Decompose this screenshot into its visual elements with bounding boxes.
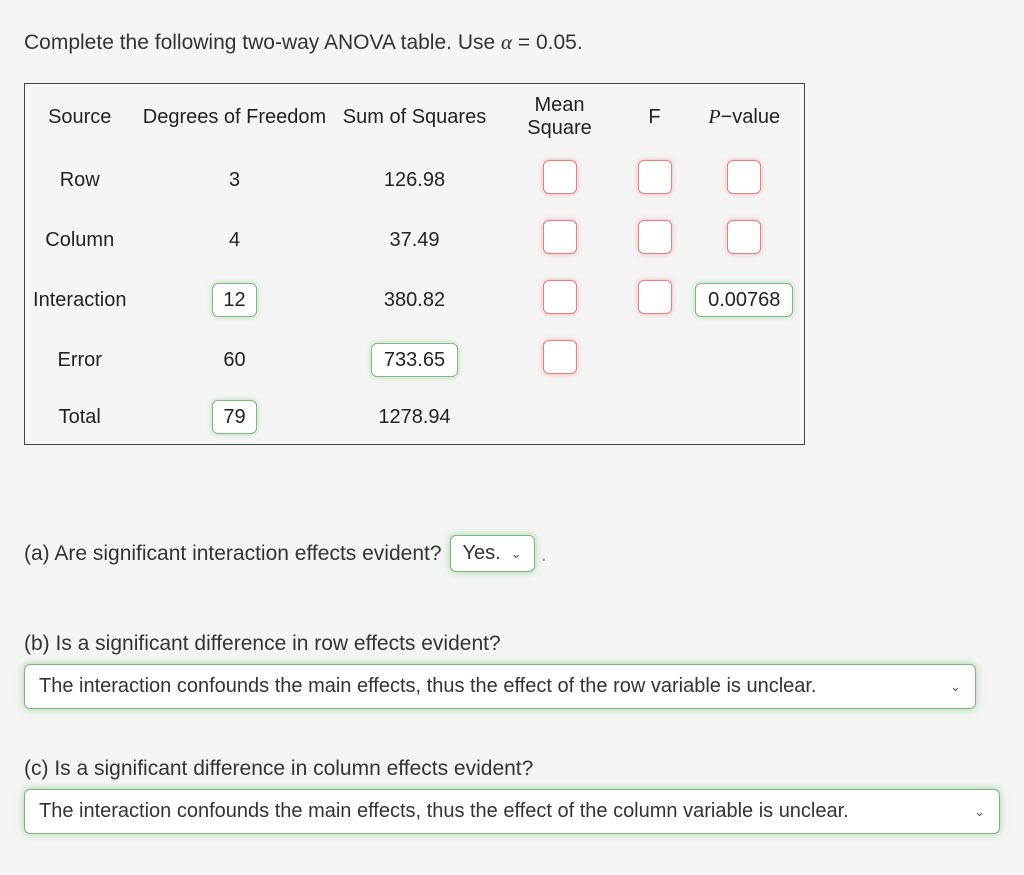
total-df-input[interactable]: 79	[212, 400, 256, 434]
column-f-input[interactable]	[638, 220, 672, 254]
question-b: (b) Is a significant difference in row e…	[24, 632, 1000, 709]
question-a: (a) Are significant interaction effects …	[24, 535, 1000, 572]
row-label: Row	[25, 150, 135, 210]
question-a-answer: Yes.	[463, 542, 501, 565]
question-c-prompt: (c) Is a significant difference in colum…	[24, 757, 1000, 781]
question-a-trailing-period: .	[541, 541, 547, 567]
interaction-ms-input[interactable]	[543, 280, 577, 314]
column-label: Column	[25, 210, 135, 270]
error-label: Error	[25, 330, 135, 390]
page-container: Complete the following two-way ANOVA tab…	[0, 0, 1024, 875]
column-ss: 37.49	[335, 210, 495, 270]
anova-table: Source Degrees of Freedom Sum of Squares…	[24, 83, 805, 445]
chevron-down-icon: ⌄	[974, 804, 985, 820]
alpha-symbol: α	[501, 30, 512, 54]
question-c-select[interactable]: The interaction confounds the main effec…	[24, 789, 1000, 834]
row-p-input[interactable]	[727, 160, 761, 194]
chevron-down-icon: ⌄	[511, 546, 522, 562]
table-row-row: Row 3 126.98	[25, 150, 805, 210]
row-df: 3	[135, 150, 335, 210]
chevron-down-icon: ⌄	[950, 679, 961, 695]
question-c-answer: The interaction confounds the main effec…	[39, 800, 849, 823]
alpha-value: 0.05	[536, 31, 577, 54]
row-ms-input[interactable]	[543, 160, 577, 194]
question-c: (c) Is a significant difference in colum…	[24, 757, 1000, 834]
interaction-df-input[interactable]: 12	[212, 283, 256, 317]
error-ss-input[interactable]: 733.65	[371, 343, 458, 377]
table-header-row: Source Degrees of Freedom Sum of Squares…	[25, 84, 805, 151]
question-b-answer: The interaction confounds the main effec…	[39, 675, 817, 698]
question-b-prompt: (b) Is a significant difference in row e…	[24, 632, 1000, 656]
header-ms: Mean Square	[495, 84, 625, 151]
row-f-input[interactable]	[638, 160, 672, 194]
interaction-ss: 380.82	[335, 270, 495, 330]
header-source: Source	[25, 84, 135, 151]
header-p-prefix: P	[708, 106, 720, 128]
column-ms-input[interactable]	[543, 220, 577, 254]
total-ss: 1278.94	[335, 390, 495, 445]
interaction-f-input[interactable]	[638, 280, 672, 314]
question-a-prompt: (a) Are significant interaction effects …	[24, 542, 442, 566]
interaction-label: Interaction	[25, 270, 135, 330]
table-row-total: Total 79 1278.94	[25, 390, 805, 445]
question-b-select[interactable]: The interaction confounds the main effec…	[24, 664, 976, 709]
column-p-input[interactable]	[727, 220, 761, 254]
table-row-error: Error 60 733.65	[25, 330, 805, 390]
column-df: 4	[135, 210, 335, 270]
question-a-select[interactable]: Yes. ⌄	[450, 535, 535, 572]
header-pvalue: P−value	[685, 84, 805, 151]
table-row-interaction: Interaction 12 380.82 0.00768	[25, 270, 805, 330]
header-f: F	[625, 84, 685, 151]
header-p-suffix: −value	[721, 106, 781, 128]
error-df: 60	[135, 330, 335, 390]
row-ss: 126.98	[335, 150, 495, 210]
instruction-text: Complete the following two-way ANOVA tab…	[24, 30, 1000, 55]
error-ms-input[interactable]	[543, 340, 577, 374]
header-df: Degrees of Freedom	[135, 84, 335, 151]
equals: =	[512, 31, 536, 54]
instruction-period: .	[577, 31, 583, 54]
header-ss: Sum of Squares	[335, 84, 495, 151]
interaction-p-input[interactable]: 0.00768	[695, 283, 793, 317]
table-row-column: Column 4 37.49	[25, 210, 805, 270]
total-label: Total	[25, 390, 135, 445]
instruction-pre: Complete the following two-way ANOVA tab…	[24, 31, 501, 54]
